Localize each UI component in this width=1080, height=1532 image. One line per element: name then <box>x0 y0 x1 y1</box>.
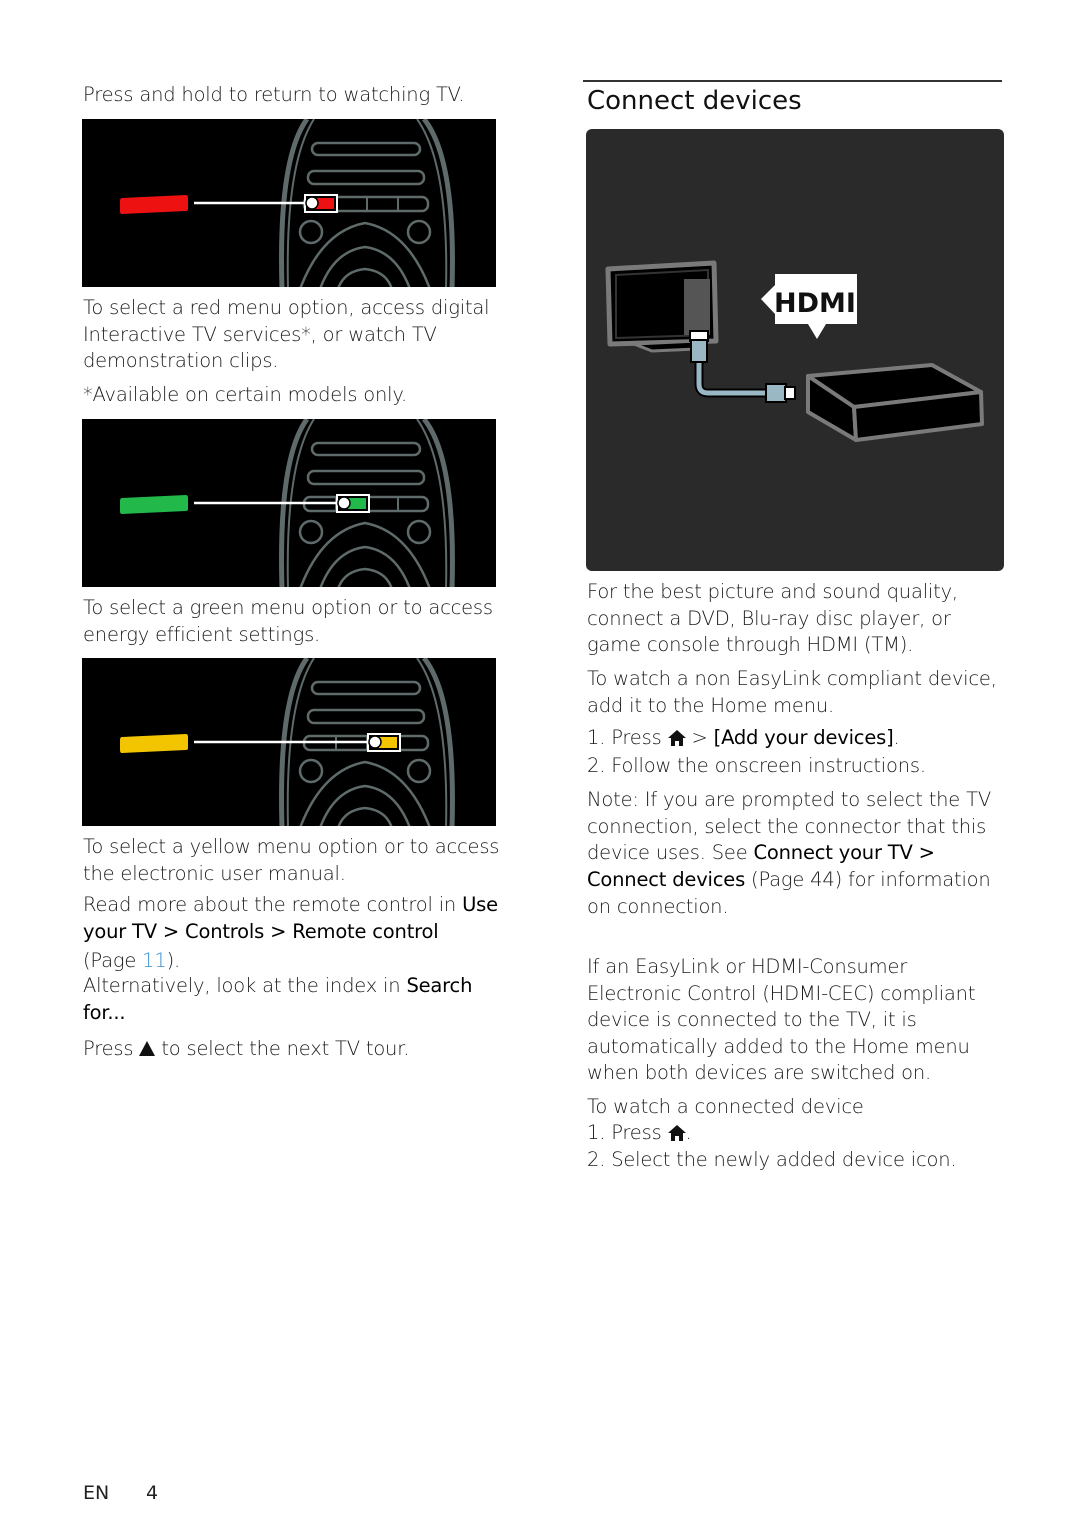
path-separator: > <box>264 919 293 943</box>
link-search-for[interactable]: Search <box>406 974 472 997</box>
link-controls[interactable]: Controls <box>185 920 264 943</box>
remote-button <box>306 708 426 725</box>
step-b2: 2. Select the newly added device icon. <box>587 1148 957 1171</box>
hdmi-label: HDMI <box>774 288 856 319</box>
yellow-description: To select a yellow menu option or to acc… <box>83 835 500 885</box>
device-box-illustration <box>806 363 984 442</box>
home-icon <box>667 727 686 754</box>
link-connect-devices[interactable]: Connect devices <box>587 868 745 891</box>
step-b1-suffix: . <box>685 1121 692 1144</box>
footer-page-number: 4 <box>146 1482 159 1504</box>
intro-text: Press and hold to return to watching TV. <box>83 83 465 106</box>
para-non-easylink: To watch a non EasyLink compliant device… <box>587 667 997 717</box>
note-suffix: for information <box>842 867 991 891</box>
next-tour-suffix: to select the next TV tour. <box>155 1037 410 1060</box>
remote-button <box>310 680 422 696</box>
remote-button <box>298 758 324 784</box>
step-b1-prefix: 1. Press <box>587 1121 668 1144</box>
pointer-dot <box>368 735 382 749</box>
remote-button <box>306 469 426 486</box>
step-a1-prefix: 1. Press <box>587 726 668 749</box>
remote-button <box>406 519 432 545</box>
remote-ok-button <box>337 567 393 587</box>
step-b1: 1. Press . <box>587 1120 1007 1149</box>
remote-nav-ring <box>319 245 411 287</box>
remote-button <box>298 519 324 545</box>
pointer-dot <box>337 496 351 510</box>
step-a1: 1. Press > [Add your devices]. <box>587 725 1007 754</box>
alternative-paragraph: Alternatively, look at the index in Sear… <box>83 973 503 1026</box>
remote-outline <box>416 419 448 587</box>
remote-button <box>306 169 426 186</box>
para-best-quality: For the best picture and sound quality, … <box>587 580 958 656</box>
step-a2: 2. Follow the onscreen instructions. <box>587 754 926 777</box>
remote-button <box>406 219 432 245</box>
heading-rule <box>583 80 1002 82</box>
page-title: Connect devices <box>587 86 802 116</box>
page-ref-suffix: ). <box>166 949 181 972</box>
remote-nav-ring <box>299 760 431 826</box>
next-tour-text: Press to select the next TV tour. <box>83 1036 503 1064</box>
up-triangle-icon <box>139 1037 156 1064</box>
red-footnote: *Available on certain models only. <box>83 383 407 406</box>
home-icon <box>667 1122 686 1149</box>
page-reference: (Page 11). <box>83 948 503 975</box>
remote-yellow-button-figure <box>82 658 496 826</box>
step-a1-suffix: . <box>893 726 900 749</box>
alt-prefix: Alternatively, look at the index in <box>83 974 407 997</box>
color-swatch <box>120 495 188 514</box>
remote-nav-ring <box>299 521 431 587</box>
read-more-prefix: Read more about the remote control in <box>83 893 463 916</box>
remote-button <box>310 441 422 457</box>
note-paragraph: Note: If you are prompted to select the … <box>587 787 1007 893</box>
hdmi-connection-figure: HDMI <box>586 129 1004 571</box>
remote-ok-button <box>337 267 393 287</box>
link-add-your-devices[interactable]: [Add your devices] <box>714 726 894 749</box>
red-description: To select a red menu option, access digi… <box>83 296 490 372</box>
read-more-paragraph: Read more about the remote control in Us… <box>83 892 503 945</box>
remote-green-button-figure <box>82 419 496 587</box>
remote-button <box>298 219 324 245</box>
remote-red-button-figure <box>82 119 496 287</box>
remote-nav-ring <box>319 545 411 587</box>
link-remote-control[interactable]: Remote control <box>292 920 438 943</box>
remote-button <box>310 141 422 157</box>
color-swatch <box>120 734 188 753</box>
remote-nav-ring <box>299 221 431 287</box>
note-last-line: on connection. <box>587 895 729 918</box>
remote-nav-ring <box>319 784 411 826</box>
link-search-for-cont[interactable]: for... <box>83 1001 126 1024</box>
remote-ok-button <box>337 806 393 826</box>
note-page: (Page 44) <box>745 867 843 891</box>
remote-outline <box>416 119 448 287</box>
link-connect-your-tv[interactable]: Connect your TV > <box>754 841 935 864</box>
remote-outline <box>416 658 448 826</box>
footer-language: EN <box>83 1482 110 1504</box>
steps-b-title: To watch a connected device <box>587 1095 864 1118</box>
step-a1-mid: > <box>685 726 714 749</box>
hdmi-callout: HDMI <box>761 274 857 339</box>
next-tour-prefix: Press <box>83 1037 140 1060</box>
remote-button <box>406 758 432 784</box>
green-description: To select a green menu option or to acce… <box>83 596 493 646</box>
page-ref-prefix: (Page <box>83 949 143 972</box>
color-swatch <box>120 195 188 214</box>
pointer-dot <box>305 196 319 210</box>
hdmi-cable <box>689 330 796 403</box>
page-link[interactable]: 11 <box>142 949 167 972</box>
path-separator: > <box>156 919 186 943</box>
para-easylink-cec: If an EasyLink or HDMI-Consumer Electron… <box>587 955 976 1084</box>
